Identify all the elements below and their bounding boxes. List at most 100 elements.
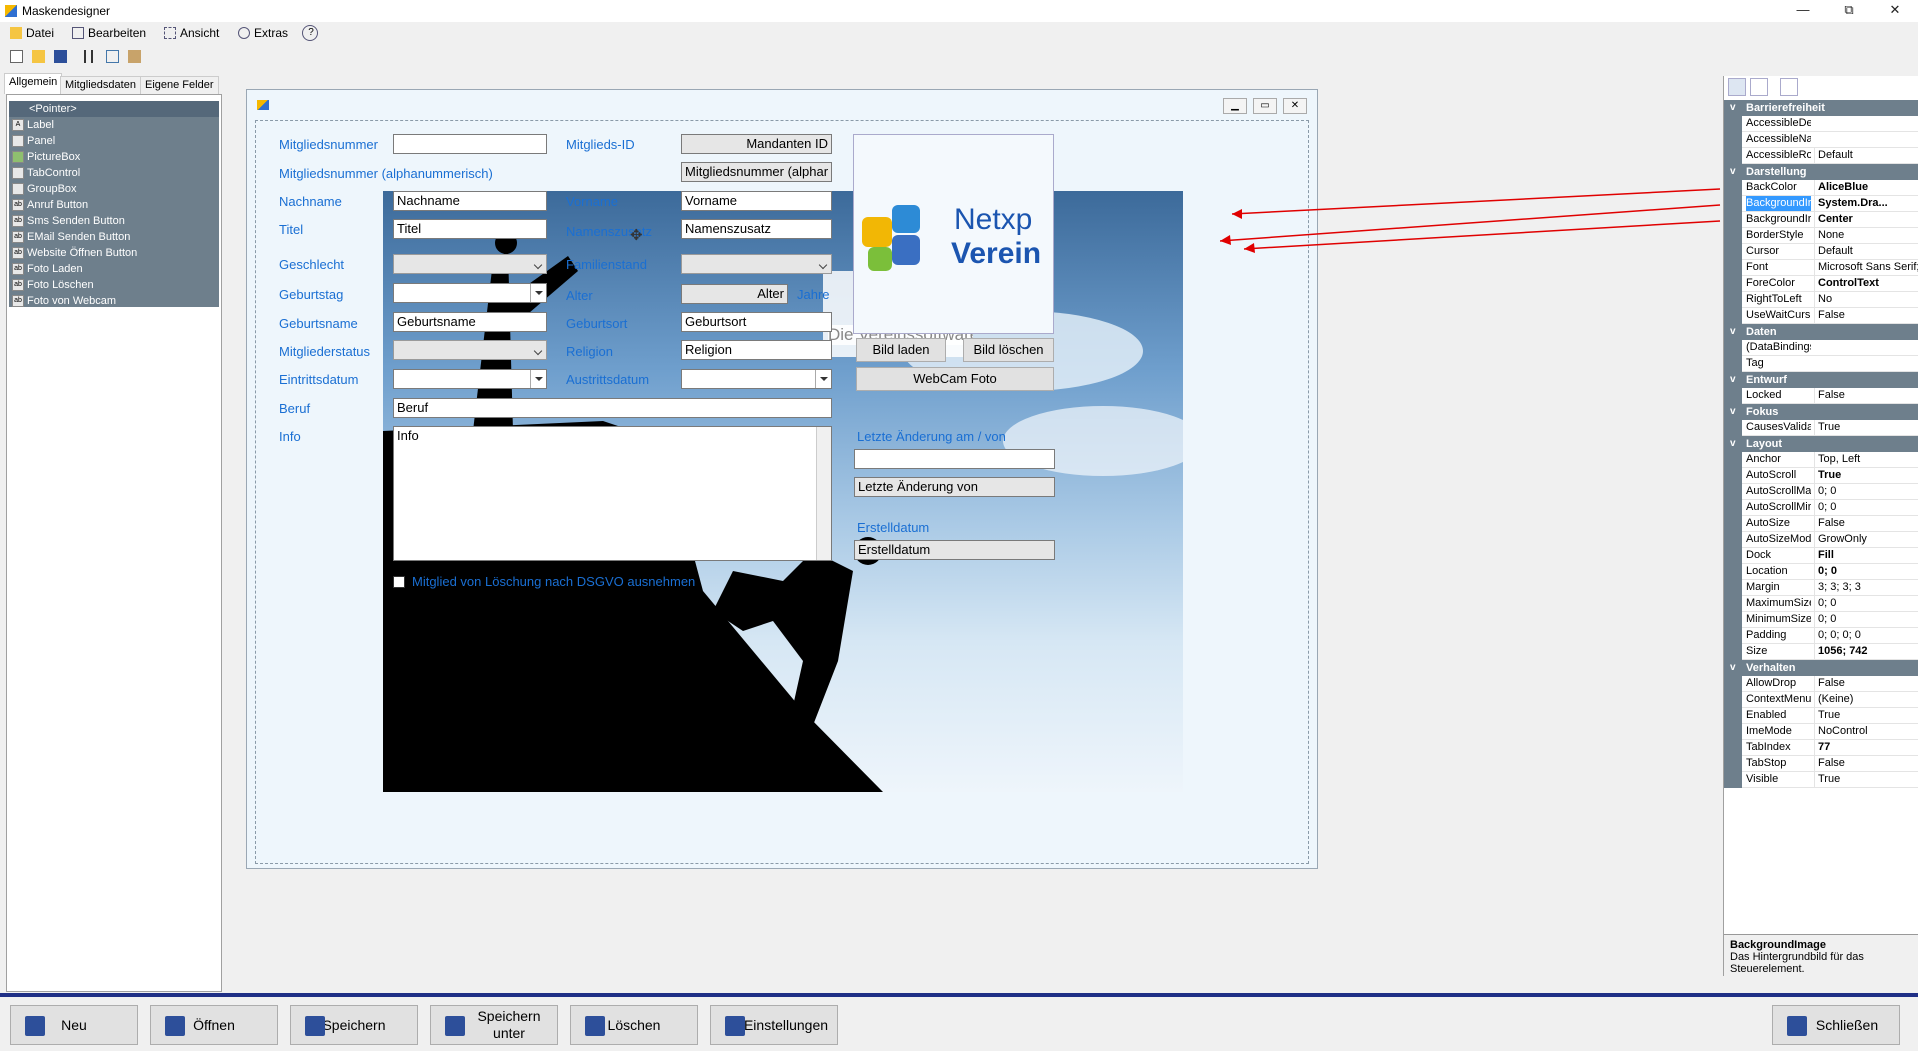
property-value[interactable]: GrowOnly [1814,532,1918,547]
menu-extras[interactable]: Extras [236,25,288,41]
mitgliedsnummer-alpha-field[interactable]: Mitgliedsnummer (alphar [681,162,832,182]
property-value[interactable]: 3; 3; 3; 3 [1814,580,1918,595]
toolbox-item-sms-button[interactable]: ab Sms Senden Button [9,213,219,229]
member-photo-picturebox[interactable]: Netxp Verein [853,134,1054,334]
toolbox-item-email-button[interactable]: ab EMail Senden Button [9,229,219,245]
property-row[interactable]: Location 0; 0 [1724,564,1918,580]
property-value[interactable]: False [1814,388,1918,403]
property-row[interactable]: ContextMenu (Keine) [1724,692,1918,708]
property-value[interactable]: No [1814,292,1918,307]
mitgliedsnummer-field[interactable] [393,134,547,154]
property-row[interactable]: Locked False [1724,388,1918,404]
property-category-daten[interactable]: Daten [1724,324,1918,340]
property-row[interactable]: AutoSizeMod GrowOnly [1724,532,1918,548]
property-value[interactable]: (Keine) [1814,692,1918,707]
property-value[interactable]: False [1814,676,1918,691]
property-value[interactable]: Top, Left [1814,452,1918,467]
property-pages-button[interactable] [1780,78,1798,96]
property-row[interactable]: AutoScrollMir 0; 0 [1724,500,1918,516]
neu-button[interactable]: Neu [10,1005,138,1045]
eintrittsdatum-datepicker[interactable] [393,369,547,389]
alphabetical-sort-button[interactable] [1750,78,1768,96]
schliessen-button[interactable]: Schließen [1772,1005,1900,1045]
property-category-barrierefreiheit[interactable]: Barrierefreiheit [1724,100,1918,116]
property-row[interactable]: AccessibleDe [1724,116,1918,132]
toolbox-item-foto-laden[interactable]: ab Foto Laden [9,261,219,277]
toolbox-item-panel[interactable]: Panel [9,133,219,149]
property-row[interactable]: BackgroundIr System.Dra... [1724,196,1918,212]
property-value[interactable]: Microsoft Sans Serif; 9 [1814,260,1918,275]
property-value[interactable]: 0; 0; 0; 0 [1814,628,1918,643]
copy-icon[interactable] [106,50,119,63]
speichern-button[interactable]: Speichern [290,1005,418,1045]
form-close-button[interactable]: ✕ [1283,98,1307,114]
toolbox-item-label-control[interactable]: A Label [9,117,219,133]
property-value[interactable]: False [1814,308,1918,323]
bild-loeschen-button[interactable]: Bild löschen [963,338,1054,362]
property-value[interactable]: True [1814,708,1918,723]
titel-field[interactable]: Titel [393,219,547,239]
property-value[interactable]: 0; 0 [1814,612,1918,627]
property-row[interactable]: Visible True [1724,772,1918,788]
erstelldatum-field[interactable]: Erstelldatum [854,540,1055,560]
property-row[interactable]: MinimumSize 0; 0 [1724,612,1918,628]
property-value[interactable]: AliceBlue [1814,180,1918,195]
property-value[interactable]: True [1814,468,1918,483]
bild-laden-button[interactable]: Bild laden [856,338,946,362]
property-category-fokus[interactable]: Fokus [1724,404,1918,420]
toolbox-item-groupbox[interactable]: GroupBox [9,181,219,197]
oeffnen-button[interactable]: Öffnen [150,1005,278,1045]
chevron-down-icon[interactable] [815,370,831,388]
toolbox-item-pointer[interactable]: <Pointer> [9,101,219,117]
property-row[interactable]: Tag [1724,356,1918,372]
property-category-darstellung[interactable]: Darstellung [1724,164,1918,180]
tab-eigene-felder[interactable]: Eigene Felder [140,76,219,94]
speichern-unter-button[interactable]: Speichern unter [430,1005,558,1045]
property-value[interactable]: 1056; 742 [1814,644,1918,659]
property-row[interactable]: Dock Fill [1724,548,1918,564]
property-row[interactable]: BorderStyle None [1724,228,1918,244]
menu-bearbeiten[interactable]: Bearbeiten [70,25,146,41]
vorname-field[interactable]: Vorname [681,191,832,211]
property-row[interactable]: Font Microsoft Sans Serif; 9 [1724,260,1918,276]
chevron-down-icon[interactable] [530,284,546,302]
property-value[interactable]: 77 [1814,740,1918,755]
info-scrollbar[interactable] [816,427,831,560]
property-row[interactable]: Padding 0; 0; 0; 0 [1724,628,1918,644]
tab-mitgliedsdaten[interactable]: Mitgliedsdaten [60,76,141,94]
chevron-down-icon[interactable] [530,370,546,388]
geschlecht-select[interactable] [393,254,547,274]
property-category-verhalten[interactable]: Verhalten [1724,660,1918,676]
letzte-aenderung-von-field[interactable]: Letzte Änderung von [854,477,1055,497]
property-row[interactable]: TabIndex 77 [1724,740,1918,756]
help-menu[interactable]: ? [302,25,318,41]
austrittsdatum-datepicker[interactable] [681,369,832,389]
property-row[interactable]: BackgroundIr Center [1724,212,1918,228]
property-value[interactable]: False [1814,516,1918,531]
minimize-button[interactable]: — [1780,0,1826,22]
property-value[interactable]: System.Dra... [1814,196,1918,211]
new-icon[interactable] [10,50,23,63]
property-row[interactable]: UseWaitCurs False [1724,308,1918,324]
alter-field[interactable]: Alter [681,284,788,304]
familienstand-select[interactable] [681,254,832,274]
save-icon[interactable] [54,50,67,63]
property-row[interactable]: MaximumSize 0; 0 [1724,596,1918,612]
property-value[interactable]: 0; 0 [1814,596,1918,611]
property-value[interactable]: Default [1814,148,1918,163]
namenszusatz-field[interactable]: Namenszusatz [681,219,832,239]
property-row[interactable]: AccessibleNa [1724,132,1918,148]
toolbox-item-anruf-button[interactable]: ab Anruf Button [9,197,219,213]
categorized-sort-button[interactable] [1728,78,1746,96]
close-button[interactable]: ✕ [1872,0,1918,22]
tab-allgemein[interactable]: Allgemein [4,73,63,94]
property-row[interactable]: CausesValida True [1724,420,1918,436]
property-row[interactable]: Enabled True [1724,708,1918,724]
geburtstag-datepicker[interactable] [393,283,547,303]
loeschen-button[interactable]: Löschen [570,1005,698,1045]
toolbox-item-foto-webcam[interactable]: ab Foto von Webcam [9,293,219,309]
property-value[interactable]: True [1814,420,1918,435]
property-row[interactable]: ImeMode NoControl [1724,724,1918,740]
property-row[interactable]: RightToLeft No [1724,292,1918,308]
property-row[interactable]: AllowDrop False [1724,676,1918,692]
